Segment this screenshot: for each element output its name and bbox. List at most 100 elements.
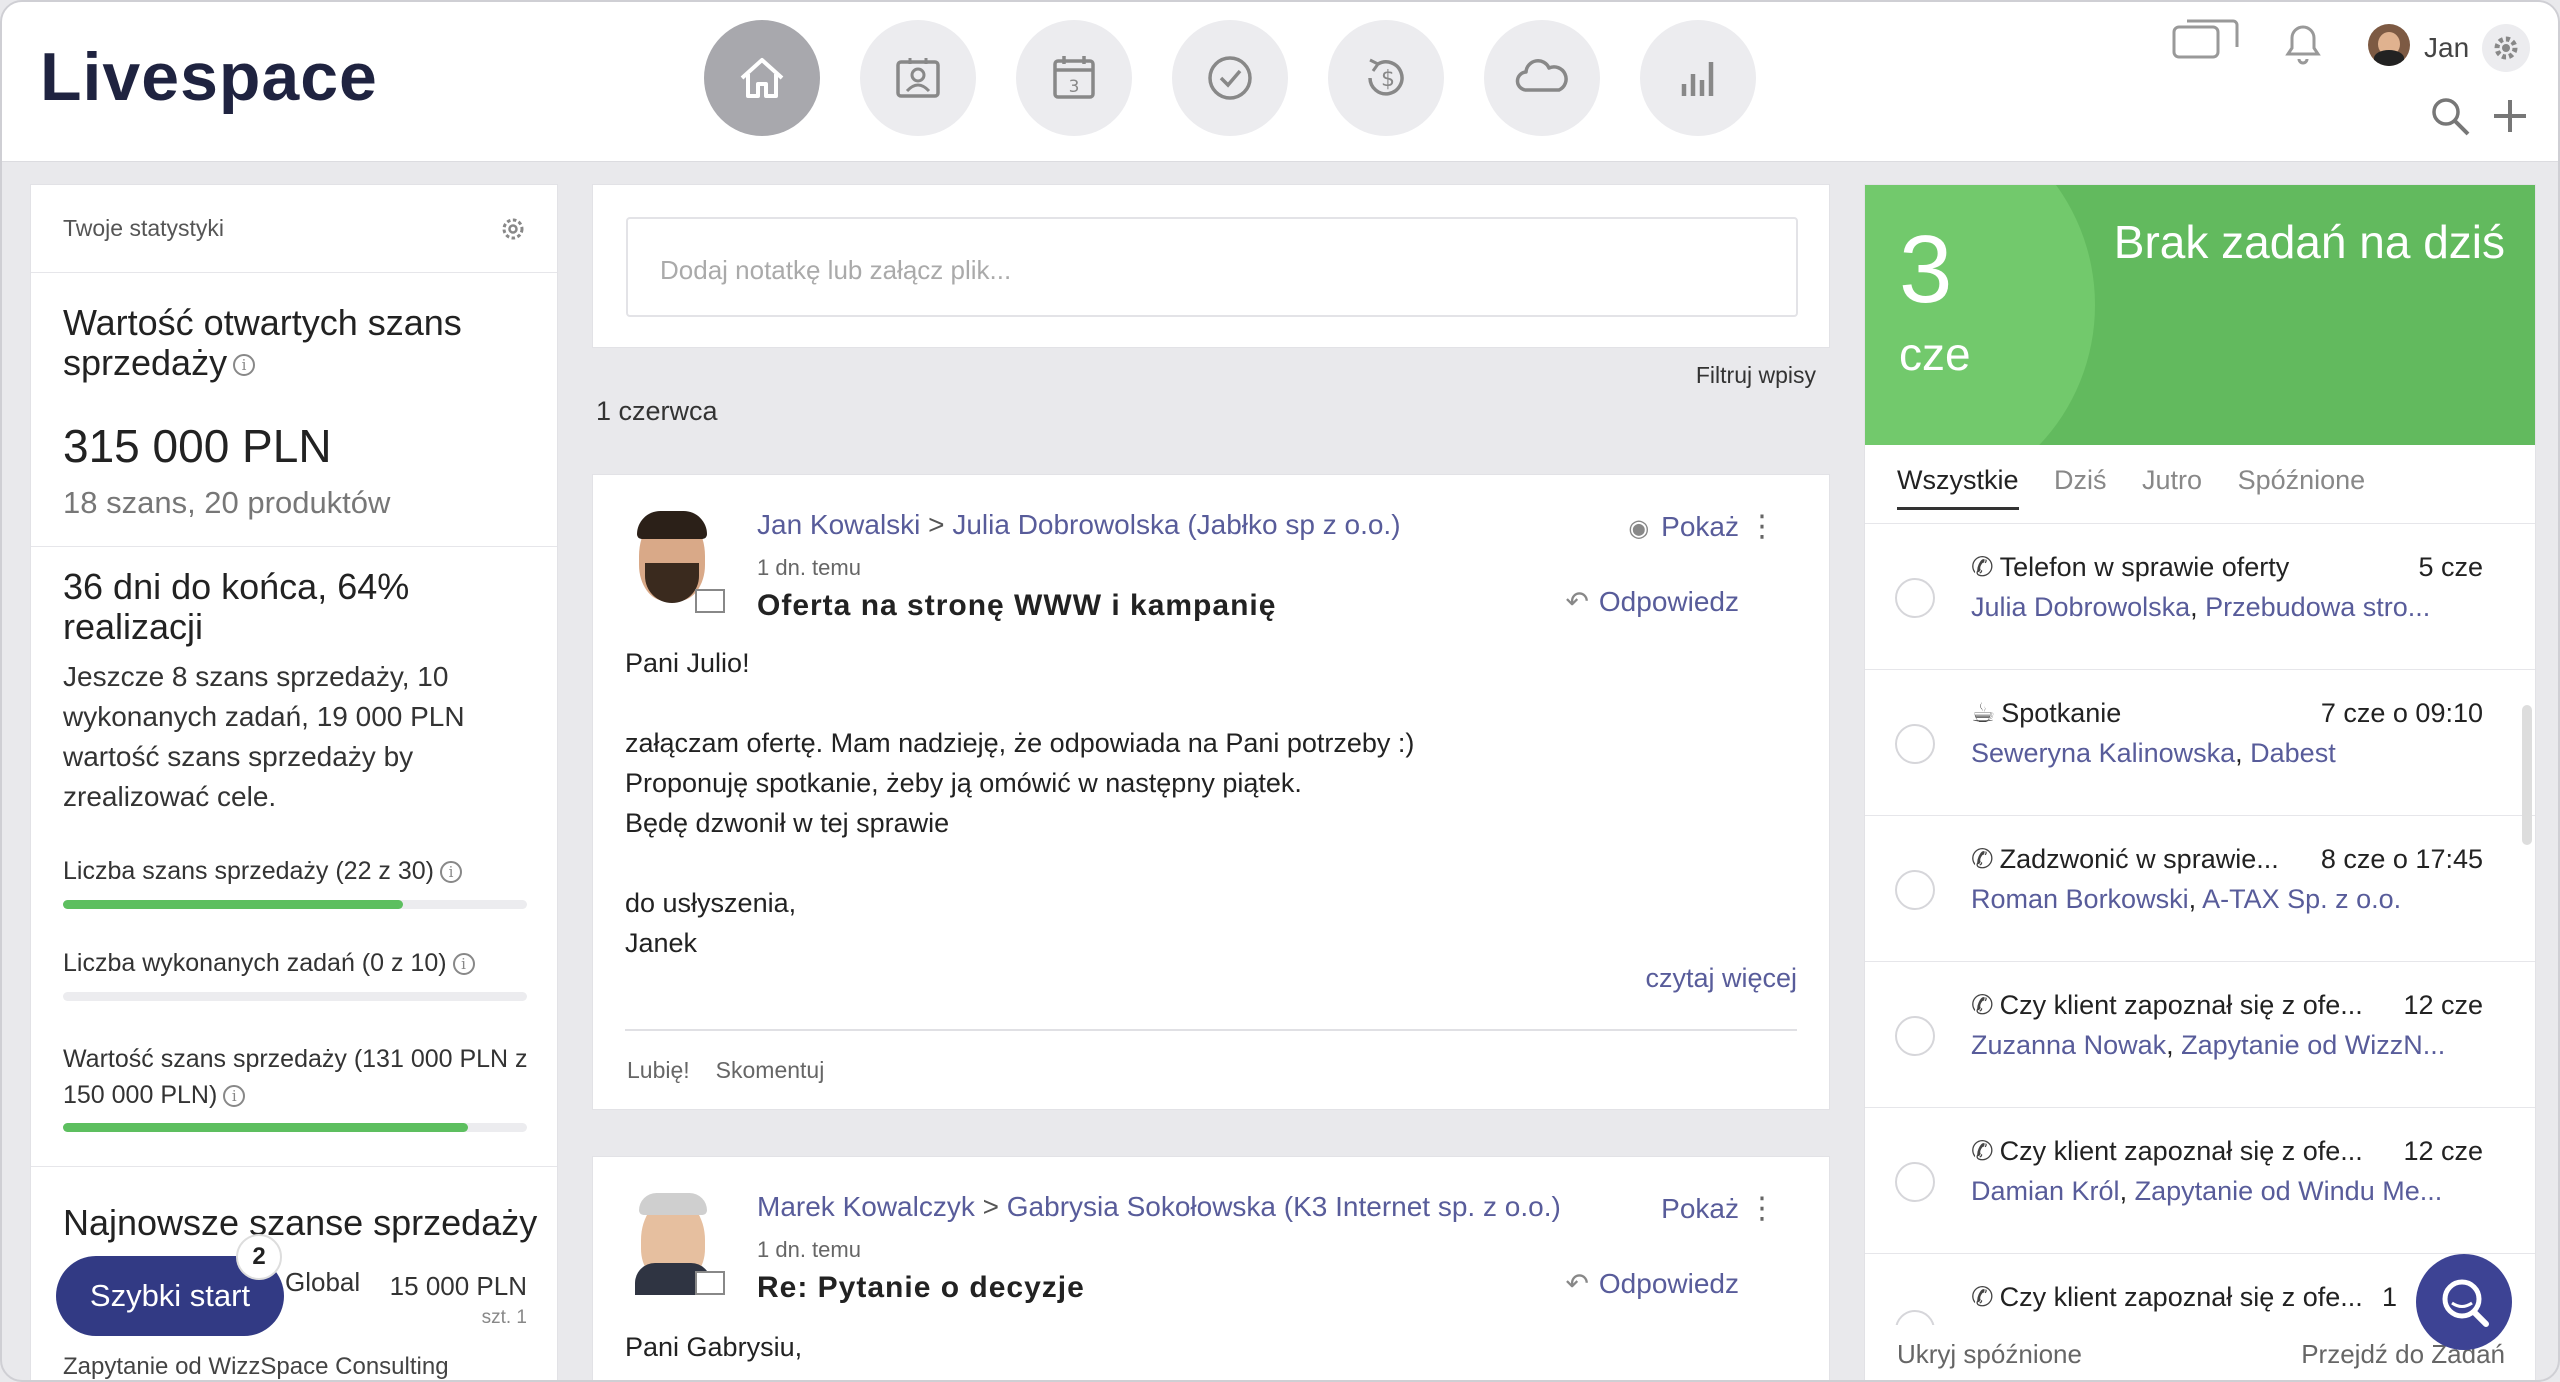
info-icon[interactable]: i <box>233 354 256 377</box>
calendar-day-number: 3 <box>1069 77 1080 97</box>
hide-overdue-link[interactable]: Ukryj spóźnione <box>1897 1339 2082 1370</box>
deal-name[interactable]: Global <box>285 1267 360 1298</box>
task-item[interactable]: ✆ Zadzwonić w sprawie... 8 cze o 17:45 Ro… <box>1865 815 2535 961</box>
user-avatar[interactable] <box>2368 24 2410 66</box>
tab-all[interactable]: Wszystkie <box>1897 465 2019 510</box>
logo[interactable]: Livespace <box>40 38 378 116</box>
email-icon <box>695 589 725 613</box>
task-person-link[interactable]: Roman Borkowski <box>1971 884 2189 914</box>
info-icon[interactable]: i <box>452 953 475 976</box>
stats-panel-header: Twoje statystyki <box>31 185 557 273</box>
info-icon[interactable]: i <box>440 861 463 884</box>
reply-button[interactable]: ↶ Odpowiedz <box>1565 585 1739 618</box>
tab-overdue[interactable]: Spóźnione <box>2238 465 2366 495</box>
tasks-scrollbar[interactable] <box>2522 705 2532 845</box>
tab-tomorrow[interactable]: Jutro <box>2142 465 2202 495</box>
feed-date-header: 1 czerwca <box>596 396 718 426</box>
task-person-link[interactable]: Seweryna Kalinowska <box>1971 738 2235 768</box>
task-checkbox[interactable] <box>1895 870 1935 910</box>
task-checkbox[interactable] <box>1895 578 1935 618</box>
more-menu-button[interactable]: ⋮ <box>1747 1191 1777 1226</box>
task-related: Damian Król, Zapytanie od Windu Me... <box>1971 1176 2443 1206</box>
notifications-button[interactable] <box>2276 14 2330 70</box>
divider <box>625 1029 1797 1031</box>
settings-button[interactable] <box>2482 24 2530 72</box>
target-link[interactable]: Gabrysia Sokołowska (K3 Internet sp. z o… <box>1007 1191 1561 1222</box>
filter-entries-link[interactable]: Filtruj wpisy <box>1696 362 1816 389</box>
banner-day: 3 <box>1899 216 1953 323</box>
add-button[interactable] <box>2486 92 2534 140</box>
stats-settings-button[interactable] <box>499 215 527 248</box>
task-deal-link[interactable]: Przebudowa stro... <box>2205 592 2430 622</box>
note-input[interactable]: Dodaj notatkę lub załącz plik... <box>626 217 1798 317</box>
target-link[interactable]: Julia Dobrowolska (Jabłko sp z o.o.) <box>952 509 1400 540</box>
chat-button[interactable] <box>2170 14 2242 70</box>
help-search-button[interactable] <box>2416 1254 2512 1350</box>
entry-actions: Lubię! Skomentuj <box>627 1057 824 1084</box>
read-more-link[interactable]: czytaj więcej <box>1645 963 1797 994</box>
feed-entry: Jan Kowalski > Julia Dobrowolska (Jabłko… <box>592 474 1830 1110</box>
task-deal-link[interactable]: Dabest <box>2250 738 2336 768</box>
banner-month: cze <box>1899 328 1971 380</box>
task-person-link[interactable]: Zuzanna Nowak <box>1971 1030 2166 1060</box>
search-icon <box>2432 98 2470 136</box>
task-item[interactable]: ✆ Telefon w sprawie oferty 5 cze Julia Do… <box>1865 523 2535 669</box>
more-menu-button[interactable]: ⋮ <box>1747 509 1777 544</box>
task-checkbox[interactable] <box>1895 724 1935 764</box>
show-button[interactable]: Pokaż <box>1661 1193 1739 1225</box>
like-button[interactable]: Lubię! <box>627 1057 690 1083</box>
task-date: 12 cze <box>2403 990 2483 1020</box>
task-item[interactable]: ✆ Czy klient zapoznał się z ofe... 12 cze… <box>1865 961 2535 1107</box>
deal-value: 15 000 PLN <box>389 1271 527 1301</box>
task-related: Julia Dobrowolska, Przebudowa stro... <box>1971 592 2431 622</box>
deal-next-partial[interactable]: Zapytanie od WizzSpace Consulting <box>63 1353 449 1380</box>
phone-icon: ✆ <box>1971 990 1994 1020</box>
task-item[interactable]: ✆ Czy klient zapoznał się z ofe... 12 cze… <box>1865 1107 2535 1253</box>
nav-tasks-button[interactable] <box>1172 20 1288 136</box>
task-checkbox[interactable] <box>1895 1162 1935 1202</box>
author-link[interactable]: Jan Kowalski <box>757 509 920 540</box>
task-title: ✆ Zadzwonić w sprawie... <box>1971 844 2279 874</box>
goal-item: Liczba szans sprzedaży (22 z 30) i <box>63 857 527 909</box>
reply-button[interactable]: ↶ Odpowiedz <box>1565 1267 1739 1300</box>
task-related: Zuzanna Nowak, Zapytanie od WizzN... <box>1971 1030 2446 1060</box>
calendar-icon: 3 <box>1053 56 1095 99</box>
comment-button[interactable]: Skomentuj <box>716 1057 825 1083</box>
body-line: załączam ofertę. Mam nadzieję, że odpowi… <box>625 728 1415 758</box>
task-person-link[interactable]: Damian Król <box>1971 1176 2120 1206</box>
goals-section: 36 dni do końca, 64% realizacji Jeszcze … <box>31 547 557 1167</box>
show-button[interactable]: ◉ Pokaż <box>1628 511 1739 543</box>
days-text: Jeszcze 8 szans sprzedaży, 10 wykonanych… <box>63 661 465 812</box>
deal-qty: szt. 1 <box>481 1307 527 1328</box>
contacts-icon <box>896 58 940 98</box>
nav-calendar-button[interactable]: 3 <box>1016 20 1132 136</box>
logo-text: Livespace <box>40 39 378 115</box>
task-deal-link[interactable]: Zapytanie od WizzN... <box>2181 1030 2445 1060</box>
reply-icon: ↶ <box>1565 1268 1589 1299</box>
phone-icon: ✆ <box>1971 1136 1994 1166</box>
email-icon <box>695 1271 725 1295</box>
nav-cloud-button[interactable] <box>1484 20 1600 136</box>
info-icon[interactable]: i <box>223 1085 246 1108</box>
task-person-link[interactable]: Julia Dobrowolska <box>1971 592 2190 622</box>
nav-contacts-button[interactable] <box>860 20 976 136</box>
search-button[interactable] <box>2426 92 2474 140</box>
body-line: Proponuję spotkanie, żeby ją omówić w na… <box>625 768 1302 798</box>
tab-today[interactable]: Dziś <box>2054 465 2107 495</box>
author-avatar[interactable] <box>635 511 725 613</box>
task-deal-link[interactable]: Zapytanie od Windu Me... <box>2135 1176 2443 1206</box>
cloud-icon <box>1515 59 1568 92</box>
task-deal-link[interactable]: A-TAX Sp. z o.o. <box>2202 884 2401 914</box>
entry-body: Pani Gabrysiu, <box>625 1327 802 1367</box>
task-related: Roman Borkowski, A-TAX Sp. z o.o. <box>1971 884 2402 914</box>
nav-reports-button[interactable] <box>1640 20 1756 136</box>
task-checkbox[interactable] <box>1895 1016 1935 1056</box>
nav-deals-button[interactable]: $ <box>1328 20 1444 136</box>
entry-body: Pani Julio! załączam ofertę. Mam nadziej… <box>625 643 1414 963</box>
author-link[interactable]: Marek Kowalczyk <box>757 1191 975 1222</box>
task-item[interactable]: ☕ Spotkanie 7 cze o 09:10 Seweryna Kalino… <box>1865 669 2535 815</box>
nav-home-button[interactable] <box>704 20 820 136</box>
user-name[interactable]: Jan <box>2424 32 2469 64</box>
newest-deals-title: Najnowsze szanse sprzedaży <box>63 1202 538 1243</box>
author-avatar[interactable] <box>635 1193 725 1295</box>
